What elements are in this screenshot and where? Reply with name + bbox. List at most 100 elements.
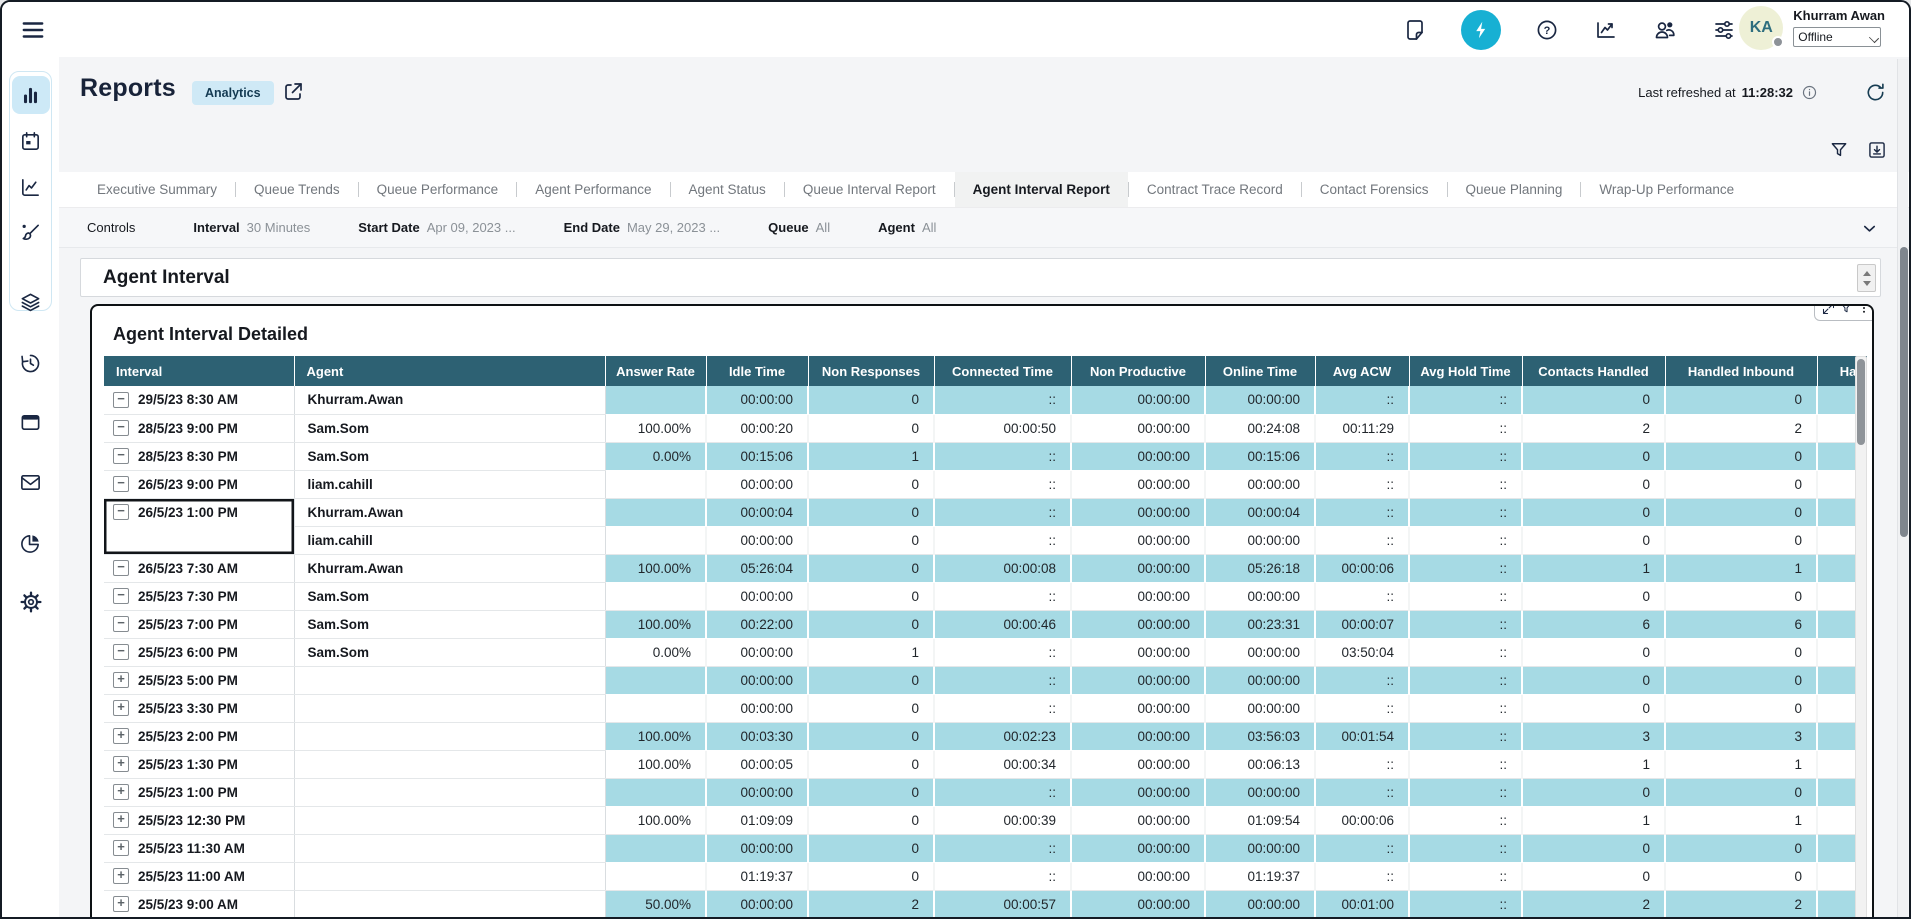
expand-row-icon[interactable]: + <box>113 896 129 912</box>
page-scrollbar[interactable] <box>1897 59 1908 917</box>
tab-agent-performance[interactable]: Agent Performance <box>517 172 669 207</box>
external-link-icon[interactable] <box>281 80 305 109</box>
kebab-menu-icon[interactable] <box>1857 304 1871 315</box>
column-header-contacts-handled[interactable]: Contacts Handled <box>1522 356 1665 386</box>
line-chart-icon[interactable] <box>1593 17 1619 43</box>
column-header-connected-time[interactable]: Connected Time <box>934 356 1071 386</box>
interval-cell[interactable]: +25/5/23 11:30 AM <box>104 834 294 862</box>
column-header-avg-hold-time[interactable]: Avg Hold Time <box>1409 356 1522 386</box>
interval-cell[interactable]: +25/5/23 1:30 PM <box>104 750 294 778</box>
sidebar-item-history[interactable] <box>12 344 50 382</box>
sidebar-item-metrics[interactable] <box>12 168 50 206</box>
collapse-row-icon[interactable]: − <box>113 504 129 520</box>
control-end-date[interactable]: End DateMay 29, 2023 ... <box>564 220 721 235</box>
interval-cell[interactable]: −25/5/23 6:00 PM <box>104 638 294 666</box>
sidebar-item-mail[interactable] <box>12 463 50 501</box>
interval-cell[interactable]: −28/5/23 9:00 PM <box>104 414 294 442</box>
control-interval[interactable]: Interval30 Minutes <box>193 220 310 235</box>
page-scrollbar-thumb[interactable] <box>1900 247 1908 537</box>
interval-cell[interactable]: −25/5/23 7:00 PM <box>104 610 294 638</box>
collapse-row-icon[interactable]: − <box>113 616 129 632</box>
column-header-handled-inbound[interactable]: Handled Inbound <box>1665 356 1817 386</box>
lightning-icon[interactable] <box>1461 10 1501 50</box>
column-header-non-productive[interactable]: Non Productive <box>1071 356 1205 386</box>
scroll-stepper[interactable] <box>1857 264 1876 292</box>
control-start-date[interactable]: Start DateApr 09, 2023 ... <box>358 220 515 235</box>
filter-icon[interactable] <box>1829 140 1849 160</box>
expand-row-icon[interactable]: + <box>113 672 129 688</box>
expand-row-icon[interactable]: + <box>113 840 129 856</box>
interval-cell[interactable]: −29/5/23 8:30 AM <box>104 386 294 414</box>
avatar[interactable]: KA <box>1739 6 1783 50</box>
document-icon[interactable] <box>1402 17 1428 43</box>
help-icon[interactable]: ? <box>1534 17 1560 43</box>
interval-cell[interactable]: +25/5/23 9:00 AM <box>104 890 294 918</box>
expand-row-icon[interactable]: + <box>113 812 129 828</box>
collapse-row-icon[interactable]: − <box>113 420 129 436</box>
sliders-icon[interactable] <box>1711 17 1737 43</box>
collapse-row-icon[interactable]: − <box>113 476 129 492</box>
interval-cell[interactable]: +25/5/23 3:30 PM <box>104 694 294 722</box>
interval-cell[interactable]: +25/5/23 2:00 PM <box>104 722 294 750</box>
interval-cell[interactable]: −28/5/23 8:30 PM <box>104 442 294 470</box>
info-icon[interactable] <box>1801 84 1818 101</box>
status-select[interactable]: Offline <box>1793 27 1881 47</box>
collapse-row-icon[interactable]: − <box>113 588 129 604</box>
interval-cell[interactable]: +25/5/23 11:00 AM <box>104 862 294 890</box>
interval-cell[interactable]: +25/5/23 1:00 PM <box>104 778 294 806</box>
interval-cell[interactable]: −26/5/23 9:00 PM <box>104 470 294 498</box>
step-up-icon[interactable] <box>1863 271 1871 276</box>
expand-row-icon[interactable]: + <box>113 868 129 884</box>
step-down-icon[interactable] <box>1863 281 1871 286</box>
expand-row-icon[interactable]: + <box>113 756 129 772</box>
sidebar-item-reports[interactable] <box>12 76 50 114</box>
column-header-interval[interactable]: Interval <box>104 356 294 386</box>
interval-cell[interactable]: −26/5/23 1:00 PM <box>104 498 294 554</box>
tab-contact-forensics[interactable]: Contact Forensics <box>1302 172 1447 207</box>
tab-queue-trends[interactable]: Queue Trends <box>236 172 358 207</box>
interval-cell[interactable]: −25/5/23 7:30 PM <box>104 582 294 610</box>
sidebar-item-window[interactable] <box>12 403 50 441</box>
table-vertical-scrollbar[interactable] <box>1855 356 1867 919</box>
sidebar-item-settings[interactable] <box>12 583 50 621</box>
collapse-row-icon[interactable]: − <box>113 392 129 408</box>
collapse-row-icon[interactable]: − <box>113 448 129 464</box>
control-agent[interactable]: AgentAll <box>878 220 936 235</box>
filter-icon[interactable] <box>1839 304 1853 315</box>
sidebar-item-customize[interactable] <box>12 213 50 251</box>
tab-contract-trace-record[interactable]: Contract Trace Record <box>1129 172 1301 207</box>
column-header-agent[interactable]: Agent <box>294 356 605 386</box>
sidebar-item-layers[interactable] <box>12 283 50 321</box>
tab-agent-status[interactable]: Agent Status <box>671 172 784 207</box>
column-header-avg-acw[interactable]: Avg ACW <box>1315 356 1409 386</box>
control-queue[interactable]: QueueAll <box>768 220 830 235</box>
sidebar-item-pie[interactable] <box>12 524 50 562</box>
collapse-row-icon[interactable]: − <box>113 644 129 660</box>
collapse-row-icon[interactable]: − <box>113 560 129 576</box>
chevron-down-icon[interactable] <box>1860 219 1879 241</box>
tab-queue-planning[interactable]: Queue Planning <box>1448 172 1581 207</box>
column-header-answer-rate[interactable]: Answer Rate <box>605 356 706 386</box>
tab-queue-performance[interactable]: Queue Performance <box>359 172 517 207</box>
expand-row-icon[interactable]: + <box>113 784 129 800</box>
expand-icon[interactable] <box>1821 304 1836 316</box>
interval-cell[interactable]: +25/5/23 5:00 PM <box>104 666 294 694</box>
column-header-idle-time[interactable]: Idle Time <box>706 356 808 386</box>
expand-row-icon[interactable]: + <box>113 700 129 716</box>
tab-agent-interval-report[interactable]: Agent Interval Report <box>955 172 1128 207</box>
sidebar-item-schedule[interactable] <box>12 122 50 160</box>
interval-cell[interactable]: +25/5/23 12:30 PM <box>104 806 294 834</box>
column-header-online-time[interactable]: Online Time <box>1205 356 1315 386</box>
hamburger-menu-icon[interactable] <box>20 17 46 43</box>
tab-wrap-up-performance[interactable]: Wrap-Up Performance <box>1581 172 1752 207</box>
agent-interval-detailed-panel[interactable]: Agent Interval Detailed IntervalAgentAns… <box>90 304 1874 919</box>
expand-row-icon[interactable]: + <box>113 728 129 744</box>
column-header-non-responses[interactable]: Non Responses <box>808 356 934 386</box>
download-icon[interactable] <box>1867 140 1887 160</box>
agents-icon[interactable] <box>1652 17 1678 43</box>
scrollbar-thumb[interactable] <box>1857 359 1865 445</box>
interval-cell[interactable]: −26/5/23 7:30 AM <box>104 554 294 582</box>
tab-queue-interval-report[interactable]: Queue Interval Report <box>785 172 954 207</box>
tab-executive-summary[interactable]: Executive Summary <box>79 172 235 207</box>
refresh-icon[interactable] <box>1864 81 1887 109</box>
